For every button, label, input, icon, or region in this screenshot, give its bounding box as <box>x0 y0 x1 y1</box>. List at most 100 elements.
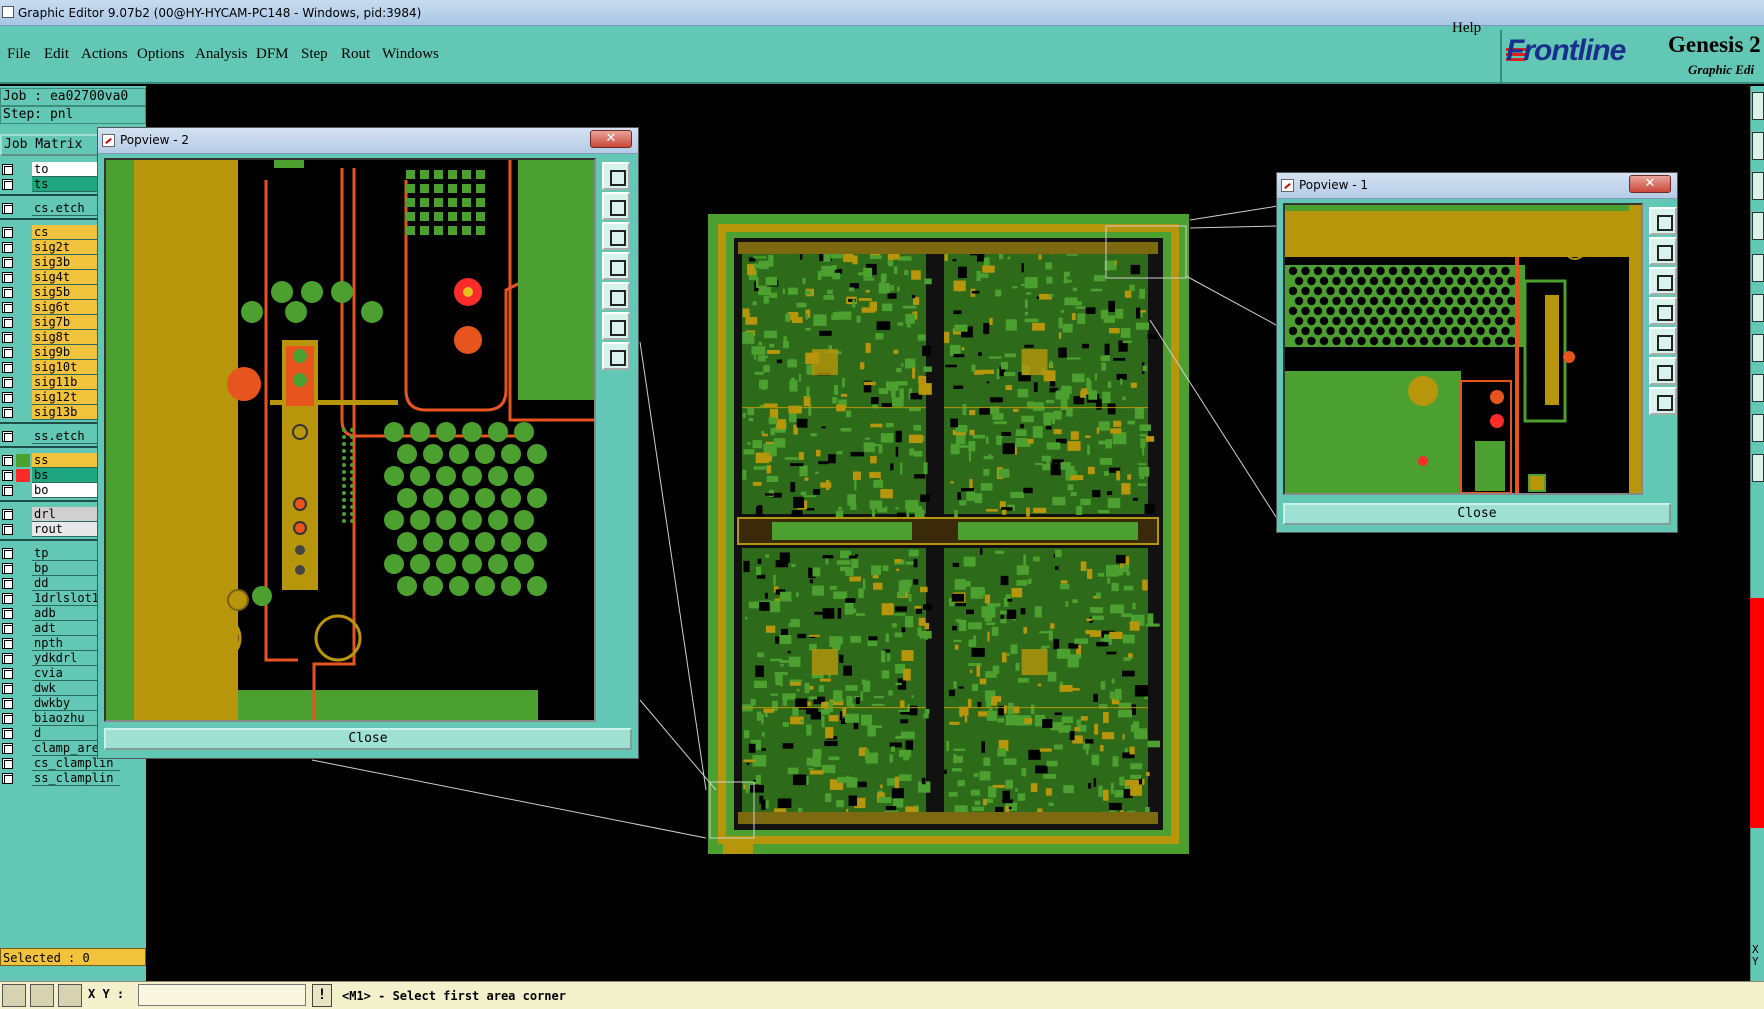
menu-windows[interactable]: Windows <box>382 46 439 63</box>
toolbar-button-3[interactable] <box>1752 172 1764 200</box>
layer-color-swatch[interactable] <box>16 469 30 482</box>
layer-checkbox[interactable] <box>2 593 13 604</box>
layer-checkbox[interactable] <box>2 302 13 313</box>
alert-icon[interactable]: ! <box>312 984 332 1007</box>
pan-left-icon[interactable] <box>602 252 630 280</box>
layer-checkbox[interactable] <box>2 548 13 559</box>
menu-rout[interactable]: Rout <box>341 46 370 63</box>
layer-checkbox[interactable] <box>2 392 13 403</box>
layer-checkbox[interactable] <box>2 608 13 619</box>
menu-analysis[interactable]: Analysis <box>195 46 248 63</box>
layer-name[interactable]: ss_clamplin <box>32 771 120 786</box>
layer-checkbox[interactable] <box>2 728 13 739</box>
menu-file[interactable]: File <box>7 46 30 63</box>
menu-help[interactable]: Help <box>1452 20 1481 37</box>
layer-checkbox[interactable] <box>2 242 13 253</box>
status-message: <M1> - Select first area corner <box>342 989 566 1003</box>
menu-dfm[interactable]: DFM <box>256 46 289 63</box>
toolbar-button-10[interactable] <box>1752 454 1764 482</box>
layer-checkbox[interactable] <box>2 227 13 238</box>
layer-checkbox[interactable] <box>2 179 13 190</box>
layer-checkbox[interactable] <box>2 773 13 784</box>
popview-1-canvas[interactable] <box>1283 203 1643 495</box>
layer-checkbox[interactable] <box>2 524 13 535</box>
toolbar-button-7[interactable] <box>1752 334 1764 362</box>
layer-checkbox[interactable] <box>2 347 13 358</box>
toolbar-button-2[interactable] <box>1752 132 1764 160</box>
toolbar-button-8[interactable] <box>1752 374 1764 402</box>
selected-count: Selected : 0 <box>0 948 146 966</box>
popview-2-close-icon[interactable]: ✕ <box>590 130 632 148</box>
select-mode-icon[interactable] <box>2 984 26 1007</box>
popview-1-window: Popview - 1 ✕ Close <box>1276 172 1678 533</box>
layer-checkbox[interactable] <box>2 758 13 769</box>
menu-actions[interactable]: Actions <box>81 46 128 63</box>
layer-checkbox[interactable] <box>2 203 13 214</box>
popview-2-icon <box>102 134 115 147</box>
layer-checkbox[interactable] <box>2 743 13 754</box>
layer-color-swatch[interactable] <box>16 454 30 467</box>
home-view-icon[interactable] <box>1649 387 1677 415</box>
toolbar-button-1[interactable] <box>1752 92 1764 120</box>
layer-checkbox[interactable] <box>2 509 13 520</box>
layer-checkbox[interactable] <box>2 698 13 709</box>
pan-right-icon[interactable] <box>602 282 630 310</box>
layer-checkbox[interactable] <box>2 287 13 298</box>
toolbar-button-6[interactable] <box>1752 294 1764 322</box>
xy-input[interactable] <box>138 984 306 1006</box>
layer-checkbox[interactable] <box>2 377 13 388</box>
layer-checkbox[interactable] <box>2 578 13 589</box>
layer-checkbox[interactable] <box>2 407 13 418</box>
pan-down-icon[interactable] <box>602 222 630 250</box>
layer-checkbox[interactable] <box>2 563 13 574</box>
menu-step[interactable]: Step <box>301 46 328 63</box>
grid-mode-icon[interactable] <box>58 984 82 1007</box>
layer-checkbox[interactable] <box>2 317 13 328</box>
layer-checkbox[interactable] <box>2 470 13 481</box>
layer-checkbox[interactable] <box>2 332 13 343</box>
popview-2-titlebar[interactable]: Popview - 2 <box>98 128 638 154</box>
popview-2-canvas[interactable] <box>104 158 596 722</box>
popview-2-drawing <box>106 160 594 720</box>
pcb-panel-view[interactable] <box>708 214 1189 854</box>
toolbar-button-9[interactable] <box>1752 414 1764 442</box>
coordinate-readout: X Y <box>1752 943 1759 968</box>
layer-checkbox[interactable] <box>2 455 13 466</box>
layer-checkbox[interactable] <box>2 362 13 373</box>
toolbar-button-5[interactable] <box>1752 254 1764 282</box>
layer-checkbox[interactable] <box>2 638 13 649</box>
measure-mode-icon[interactable] <box>30 984 54 1007</box>
job-matrix-button[interactable]: Job Matrix <box>0 134 102 156</box>
popview-2-close-button[interactable]: Close <box>104 728 632 750</box>
popview-1-titlebar[interactable]: Popview - 1 <box>1277 173 1677 199</box>
home-view-icon[interactable] <box>602 342 630 370</box>
layer-checkbox[interactable] <box>2 713 13 724</box>
layer-checkbox[interactable] <box>2 653 13 664</box>
zoom-in-icon[interactable] <box>602 162 630 190</box>
toolbar-button-4[interactable] <box>1752 212 1764 240</box>
popview-1-drawing <box>1285 205 1641 493</box>
menu-edit[interactable]: Edit <box>44 46 69 63</box>
layer-checkbox[interactable] <box>2 272 13 283</box>
popview-1-close-icon[interactable]: ✕ <box>1629 175 1671 193</box>
xy-label: X Y : <box>88 987 125 1001</box>
layer-checkbox[interactable] <box>2 485 13 496</box>
pan-right-icon[interactable] <box>1649 327 1677 355</box>
layer-checkbox[interactable] <box>2 623 13 634</box>
layer-checkbox[interactable] <box>2 683 13 694</box>
layer-checkbox[interactable] <box>2 257 13 268</box>
zoom-in-icon[interactable] <box>1649 207 1677 235</box>
zoom-out-icon[interactable] <box>602 192 630 220</box>
pan-left-icon[interactable] <box>1649 297 1677 325</box>
layer-checkbox[interactable] <box>2 164 13 175</box>
zoom-out-icon[interactable] <box>1649 237 1677 265</box>
fit-view-icon[interactable] <box>1649 357 1677 385</box>
popview-1-close-button[interactable]: Close <box>1283 503 1671 525</box>
layer-row[interactable]: ss_clamplin <box>0 771 120 786</box>
layer-checkbox[interactable] <box>2 431 13 442</box>
layer-checkbox[interactable] <box>2 668 13 679</box>
fit-view-icon[interactable] <box>602 312 630 340</box>
pan-down-icon[interactable] <box>1649 267 1677 295</box>
frontline-logo: Frontline <box>1506 34 1626 67</box>
menu-options[interactable]: Options <box>137 46 185 63</box>
